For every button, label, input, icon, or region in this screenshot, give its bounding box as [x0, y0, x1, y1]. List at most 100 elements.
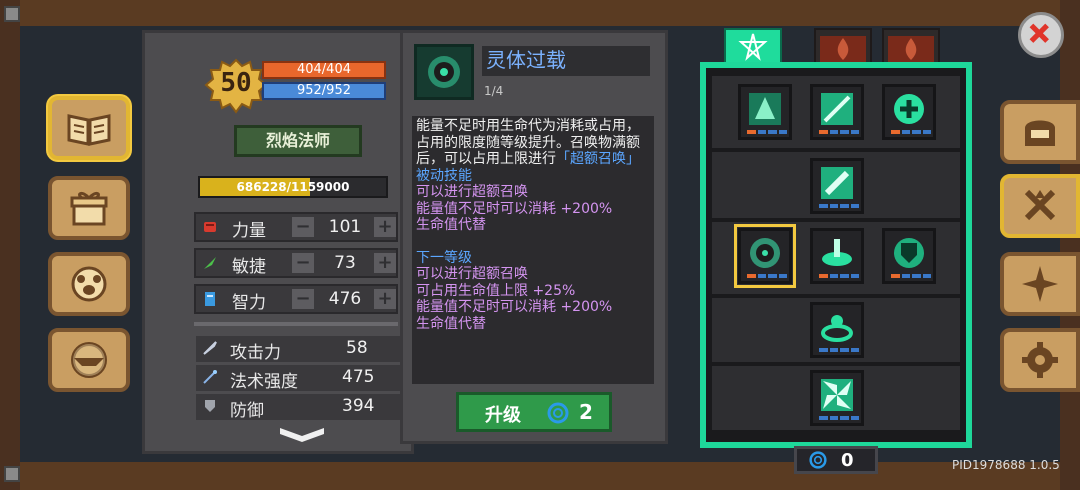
top-frame — [0, 0, 1080, 29]
overflow-summon-link[interactable]: 「超额召唤」 — [556, 151, 640, 167]
passive-line: 能量值不足时可以消耗 +200% — [416, 200, 613, 217]
increase-button[interactable]: + — [374, 253, 396, 273]
pinwheel-icon — [821, 379, 853, 411]
close-button[interactable] — [1018, 12, 1064, 58]
decrease-button[interactable]: − — [292, 217, 314, 237]
skill-node-shield[interactable] — [882, 228, 936, 284]
fire-icon — [888, 36, 934, 62]
hp-bar: 404/404 — [262, 61, 386, 79]
class-button[interactable]: 烈焰法师 — [234, 125, 362, 157]
skill-pips — [891, 274, 931, 278]
attribute-value: 101 — [328, 217, 362, 237]
skill-level: 1/4 — [484, 84, 504, 98]
skill-node-missile[interactable] — [810, 158, 864, 214]
missile-icon — [821, 167, 853, 199]
rivet-icon — [4, 466, 20, 482]
increase-button[interactable]: + — [374, 217, 396, 237]
decrease-button[interactable]: − — [292, 253, 314, 273]
attribute-value: 476 — [328, 289, 362, 309]
steering-wheel-icon — [71, 342, 107, 378]
spellbook-icon — [205, 292, 215, 306]
skill-pips — [891, 130, 931, 134]
description-main: 能量不足时用生命代为消耗或占用，占用的限度随等级提升。召唤物满额后，可以占用上限… — [416, 118, 650, 168]
skill-node-spirit-overload[interactable] — [734, 224, 796, 288]
vortex-icon — [821, 315, 853, 342]
stat-row-defense: 防御 394 — [196, 394, 400, 421]
rivet-icon — [4, 6, 20, 22]
next-level-line: 可占用生命值上限 +25% — [416, 282, 576, 299]
skill-node-spirit[interactable] — [738, 84, 792, 140]
attribute-label: 敏捷 — [232, 257, 266, 277]
talent-points-value: 0 — [841, 450, 854, 471]
stat-label: 法术强度 — [230, 372, 298, 392]
shield-emblem-icon — [894, 238, 924, 268]
feather-icon — [204, 257, 216, 269]
vehicle-tab-button[interactable] — [48, 328, 130, 392]
helmet-icon — [1025, 120, 1055, 146]
stat-value: 58 — [346, 338, 368, 358]
book-tab-button[interactable] — [48, 96, 130, 160]
star-icon — [738, 33, 768, 61]
stat-value: 475 — [342, 367, 375, 387]
shield-icon — [205, 400, 215, 412]
skill-node-vortex[interactable] — [810, 302, 864, 358]
skill-name: 灵体过载 — [482, 46, 650, 76]
book-icon — [67, 114, 111, 146]
skills-tab-button[interactable] — [1000, 174, 1080, 238]
paw-icon — [71, 266, 107, 302]
stat-label: 攻击力 — [230, 343, 281, 363]
stat-value: 394 — [342, 396, 375, 416]
skill-pips — [819, 348, 859, 352]
skill-point-swirl-icon — [809, 451, 827, 469]
skill-node-heal[interactable] — [882, 84, 936, 140]
slash-icon — [821, 93, 853, 125]
skill-pips — [819, 416, 859, 420]
gift-tab-button[interactable] — [48, 176, 130, 240]
skill-node-pinwheel[interactable] — [810, 370, 864, 426]
upgrade-button[interactable]: 升级 2 — [456, 392, 612, 432]
stat-row-attack: 攻击力 58 — [196, 336, 400, 363]
compass-tab-button[interactable] — [1000, 252, 1080, 316]
crossed-swords-icon — [1024, 189, 1056, 221]
fire-icon — [820, 36, 866, 62]
skill-node-slash[interactable] — [810, 84, 864, 140]
upgrade-cost: 2 — [579, 400, 593, 424]
gift-icon — [70, 191, 108, 226]
sword-icon — [203, 341, 217, 355]
summon-circle-icon — [822, 239, 852, 266]
skill-node-summon-circle[interactable] — [810, 228, 864, 284]
gear-icon — [1022, 342, 1058, 378]
decrease-button[interactable]: − — [292, 289, 314, 309]
skill-pips — [819, 130, 859, 134]
left-frame — [0, 0, 20, 490]
build-id: PID1978688 1.0.5 — [952, 458, 1060, 472]
heal-cross-icon — [894, 94, 924, 124]
attribute-row-intelligence: 智力 − 476 + — [194, 284, 398, 314]
attribute-label: 智力 — [232, 293, 266, 313]
right-frame — [1060, 0, 1080, 490]
settings-tab-button[interactable] — [1000, 328, 1080, 392]
pet-tab-button[interactable] — [48, 252, 130, 316]
next-level-line: 能量值不足时可以消耗 +200% — [416, 299, 613, 315]
spirit-icon — [749, 93, 781, 125]
bottom-frame — [0, 459, 1080, 490]
wand-icon — [203, 370, 217, 384]
increase-button[interactable]: + — [374, 289, 396, 309]
scroll-down-icon[interactable] — [278, 426, 326, 444]
stat-row-spell-power: 法术强度 475 — [196, 365, 400, 392]
compass-icon — [1022, 266, 1058, 302]
attribute-value: 73 — [334, 253, 356, 273]
upgrade-label: 升级 — [485, 405, 521, 426]
talent-points-box: 0 — [794, 446, 878, 474]
next-level-title: 下一等级 — [416, 249, 472, 266]
skill-point-swirl-icon — [547, 402, 569, 424]
passive-title: 被动技能 — [416, 167, 472, 184]
attribute-row-agility: 敏捷 − 73 + — [194, 248, 398, 278]
helmet-tab-button[interactable] — [1000, 100, 1080, 164]
attribute-row-strength: 力量 − 101 + — [194, 212, 398, 242]
stat-label: 防御 — [230, 401, 264, 421]
spirit-gear-icon — [428, 56, 460, 88]
next-level-line: 可以进行超额召唤 — [416, 266, 528, 282]
close-icon — [1029, 23, 1049, 43]
